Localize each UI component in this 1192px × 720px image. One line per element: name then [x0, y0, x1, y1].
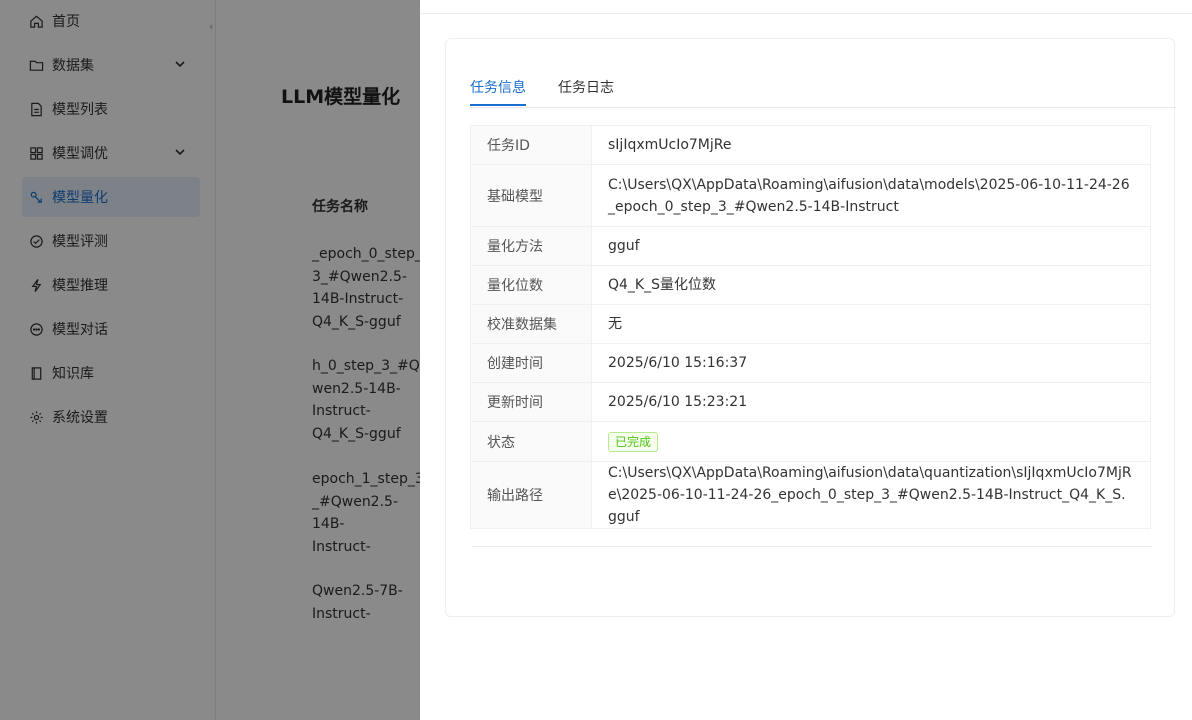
- drawer-header-divider: [420, 13, 1192, 14]
- detail-label: 基础模型: [470, 164, 592, 227]
- tab-bar: 任务信息 任务日志: [470, 77, 1176, 108]
- detail-row-calibration-dataset: 校准数据集 无: [470, 304, 1151, 344]
- detail-value-status-cell: 已完成: [591, 421, 1151, 462]
- detail-value-quant-method: gguf: [591, 226, 1151, 266]
- tab-task-log[interactable]: 任务日志: [558, 77, 614, 107]
- detail-value-quant-bits: Q4_K_S量化位数: [591, 265, 1151, 305]
- detail-row-task-id: 任务ID sIjIqxmUcIo7MjRe: [470, 125, 1151, 165]
- detail-label: 量化方法: [470, 226, 592, 266]
- detail-label: 更新时间: [470, 382, 592, 422]
- task-detail-table: 任务ID sIjIqxmUcIo7MjRe 基础模型 C:\Users\QX\A…: [470, 125, 1151, 529]
- detail-row-base-model: 基础模型 C:\Users\QX\AppData\Roaming\aifusio…: [470, 164, 1151, 227]
- detail-row-created-at: 创建时间 2025/6/10 15:16:37: [470, 343, 1151, 383]
- detail-label: 状态: [470, 421, 592, 462]
- detail-value-updated-at: 2025/6/10 15:23:21: [591, 382, 1151, 422]
- detail-panel: 任务信息 任务日志 任务ID sIjIqxmUcIo7MjRe 基础模型 C:\…: [445, 38, 1176, 617]
- detail-label: 创建时间: [470, 343, 592, 383]
- detail-value-calibration-dataset: 无: [591, 304, 1151, 344]
- task-detail-drawer: 任务信息 任务日志 任务ID sIjIqxmUcIo7MjRe 基础模型 C:\…: [420, 0, 1192, 720]
- detail-label: 量化位数: [470, 265, 592, 305]
- detail-value-created-at: 2025/6/10 15:16:37: [591, 343, 1151, 383]
- drawer-mask-overlay[interactable]: [0, 0, 420, 720]
- detail-row-quant-bits: 量化位数 Q4_K_S量化位数: [470, 265, 1151, 305]
- detail-label: 校准数据集: [470, 304, 592, 344]
- detail-row-status: 状态 已完成: [470, 421, 1151, 462]
- detail-label: 任务ID: [470, 125, 592, 165]
- detail-row-output-path: 输出路径 C:\Users\QX\AppData\Roaming\aifusio…: [470, 461, 1151, 529]
- status-badge: 已完成: [608, 431, 659, 452]
- detail-label: 输出路径: [470, 461, 592, 529]
- tab-active-indicator: [470, 104, 526, 106]
- detail-row-quant-method: 量化方法 gguf: [470, 226, 1151, 266]
- detail-value-output-path: C:\Users\QX\AppData\Roaming\aifusion\dat…: [591, 461, 1151, 529]
- detail-row-updated-at: 更新时间 2025/6/10 15:23:21: [470, 382, 1151, 422]
- detail-value-base-model: C:\Users\QX\AppData\Roaming\aifusion\dat…: [591, 164, 1151, 227]
- panel-divider: [472, 546, 1152, 547]
- detail-value-task-id: sIjIqxmUcIo7MjRe: [591, 125, 1151, 165]
- tab-task-info[interactable]: 任务信息: [470, 77, 526, 107]
